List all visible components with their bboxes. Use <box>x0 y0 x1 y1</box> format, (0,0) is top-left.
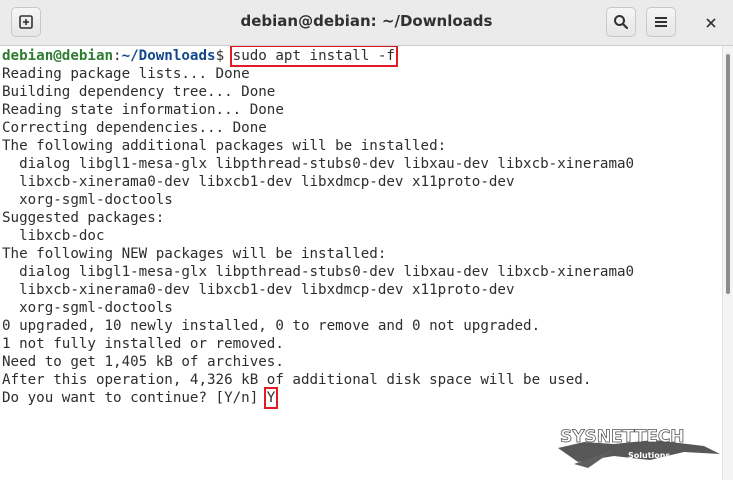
output-line: 1 not fully installed or removed. <box>2 336 284 352</box>
output-line: The following NEW packages will be insta… <box>2 246 387 262</box>
scrollbar[interactable] <box>722 46 733 480</box>
output-line: xorg-sgml-doctools <box>2 192 173 208</box>
output-line: Need to get 1,405 kB of archives. <box>2 354 284 370</box>
search-icon <box>614 15 629 30</box>
prompt-path: ~/Downloads <box>121 48 216 64</box>
output-line: Suggested packages: <box>2 210 165 226</box>
output-line: The following additional packages will b… <box>2 138 447 154</box>
terminal-output[interactable]: debian@debian:~/Downloads$ sudo apt inst… <box>0 46 722 480</box>
output-line: Correcting dependencies... Done <box>2 120 267 136</box>
hamburger-menu-icon <box>655 17 667 27</box>
output-line: After this operation, 4,326 kB of additi… <box>2 372 592 388</box>
output-line: dialog libgl1-mesa-glx libpthread-stubs0… <box>2 156 635 172</box>
watermark-sub: Solutions <box>628 451 670 460</box>
continue-question: Do you want to continue? [Y/n] <box>2 390 267 406</box>
output-line: xorg-sgml-doctools <box>2 300 173 316</box>
output-line: Reading package lists... Done <box>2 66 250 82</box>
output-line: libxcb-doc <box>2 228 105 244</box>
watermark-logo: SYSNETTECH Solutions <box>554 420 724 470</box>
prompt-symbol: $ <box>215 48 233 64</box>
output-line: libxcb-xinerama0-dev libxcb1-dev libxdmc… <box>2 282 515 298</box>
close-icon <box>706 18 716 28</box>
command-text: sudo apt install -f <box>229 46 398 67</box>
terminal-window: debian@debian: ~/Downloads debian@debian… <box>0 0 733 480</box>
search-button[interactable] <box>606 7 636 37</box>
question-line: Do you want to continue? [Y/n] Y <box>2 387 279 409</box>
output-line: Building dependency tree... Done <box>2 84 276 100</box>
menu-button[interactable] <box>646 7 676 37</box>
prompt-line: debian@debian:~/Downloads$ sudo apt inst… <box>2 46 398 67</box>
scrollbar-thumb[interactable] <box>726 54 730 294</box>
header-bar: debian@debian: ~/Downloads <box>0 0 733 46</box>
close-button[interactable] <box>699 11 723 35</box>
watermark-brand: SYSNETTECH <box>560 427 685 447</box>
prompt-user: debian@debian <box>2 48 114 64</box>
output-line: Reading state information... Done <box>2 102 284 118</box>
output-line: 0 upgraded, 10 newly installed, 0 to rem… <box>2 318 541 334</box>
answer-text: Y <box>263 387 279 409</box>
output-line: libxcb-xinerama0-dev libxcb1-dev libxdmc… <box>2 174 515 190</box>
prompt-separator: : <box>113 48 122 64</box>
output-line: dialog libgl1-mesa-glx libpthread-stubs0… <box>2 264 635 280</box>
